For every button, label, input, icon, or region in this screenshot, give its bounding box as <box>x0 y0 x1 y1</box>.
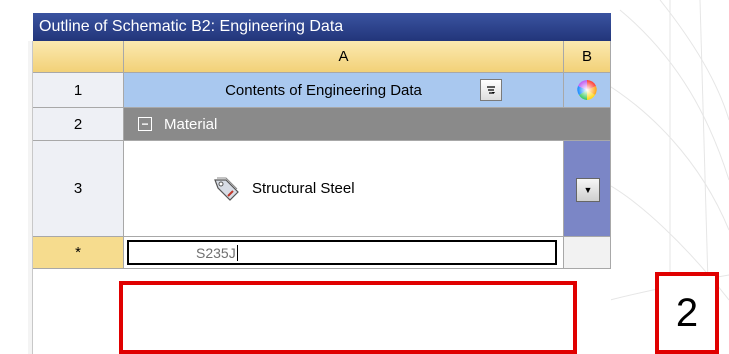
panel-title: Outline of Schematic B2: Engineering Dat… <box>39 18 344 35</box>
row-number-3-label: 3 <box>73 180 83 197</box>
row-number-1[interactable]: 1 <box>33 73 124 108</box>
row-number-2-label: 2 <box>73 115 83 133</box>
row-number-3[interactable]: 3 <box>33 141 124 237</box>
material-group-row[interactable]: − Material <box>124 108 611 141</box>
chevron-down-icon[interactable]: ▼ <box>576 178 600 202</box>
material-group-label: Material <box>164 115 218 133</box>
collapse-toggle-icon[interactable]: − <box>138 117 152 131</box>
structural-steel-label: Structural Steel <box>252 180 355 197</box>
color-wheel-icon[interactable] <box>576 79 598 101</box>
sort-icon[interactable] <box>480 79 502 101</box>
text-caret <box>236 244 238 261</box>
column-header-a-label: A <box>338 48 349 65</box>
material-tag-icon <box>214 177 239 201</box>
column-header-b[interactable]: B <box>564 41 611 73</box>
header-corner-cell[interactable] <box>33 41 124 73</box>
new-material-input-cell[interactable]: S235J <box>124 237 564 269</box>
row-1-cell-a[interactable]: Contents of Engineering Data <box>124 73 564 108</box>
step-label-text: 2 <box>675 291 699 335</box>
column-header-a[interactable]: A <box>124 41 564 73</box>
new-row-marker-label: * <box>75 244 81 261</box>
highlight-box <box>119 281 577 354</box>
step-label: 2 <box>655 272 719 354</box>
column-header-b-label: B <box>581 48 592 65</box>
new-row-marker[interactable]: * <box>33 237 124 269</box>
new-material-input[interactable]: S235J <box>127 240 557 265</box>
row-1-cell-b[interactable] <box>564 73 611 108</box>
new-row-cell-b[interactable] <box>564 237 611 269</box>
structural-steel-cell[interactable]: Structural Steel <box>124 141 564 237</box>
panel-title-bar: Outline of Schematic B2: Engineering Dat… <box>33 13 611 41</box>
row-number-2[interactable]: 2 <box>33 108 124 141</box>
contents-label: Contents of Engineering Data <box>225 81 422 99</box>
row-3-cell-b[interactable]: ▼ <box>564 141 611 237</box>
new-material-input-value: S235J <box>196 244 236 261</box>
row-number-1-label: 1 <box>73 81 83 99</box>
